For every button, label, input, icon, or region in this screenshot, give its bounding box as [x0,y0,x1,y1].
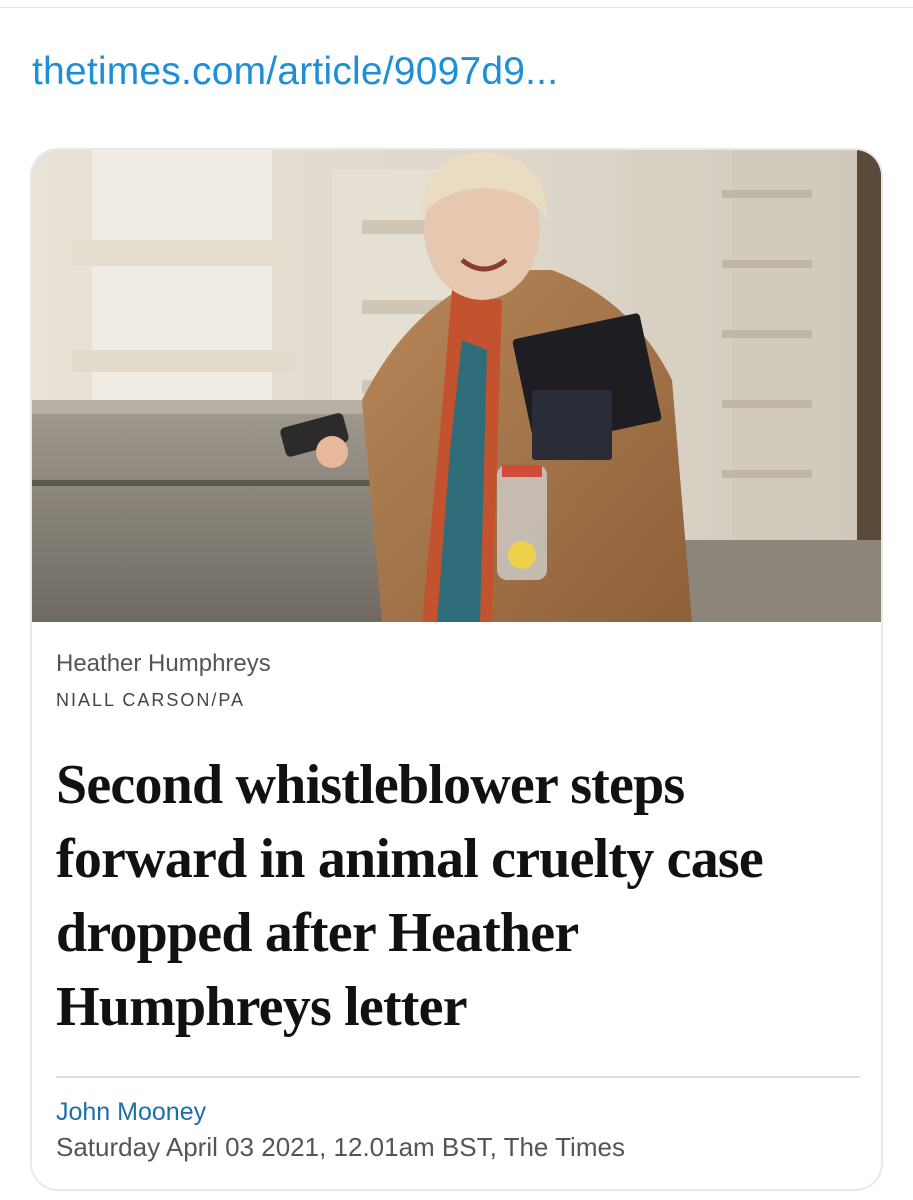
article-photo[interactable] [32,150,881,622]
image-credit: NIALL CARSON/PA [56,690,246,710]
article-headline[interactable]: Second whistleblower steps forward in an… [56,748,856,1044]
article-link[interactable]: thetimes.com/article/9097d9... [32,50,558,94]
card-divider [56,1076,860,1078]
author-link[interactable]: John Mooney [56,1098,206,1127]
image-caption: Heather Humphreys [56,650,271,677]
top-divider [0,0,913,8]
link-preview-card[interactable]: Heather Humphreys NIALL CARSON/PA Second… [30,148,883,1191]
article-dateline: Saturday April 03 2021, 12.01am BST, The… [56,1132,625,1162]
